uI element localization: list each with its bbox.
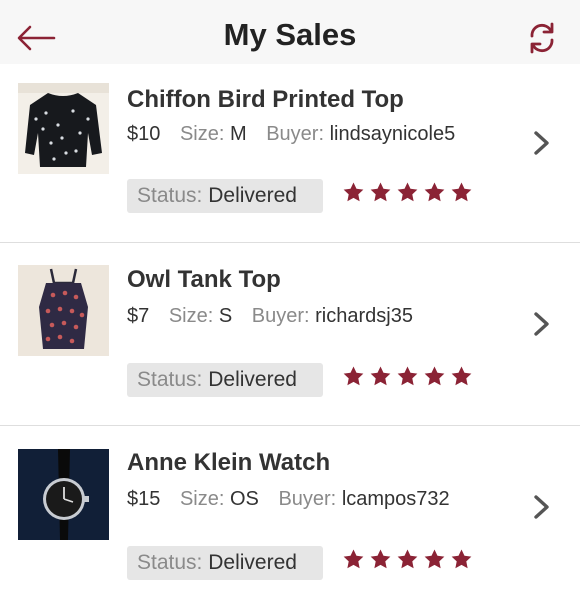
item-name: Chiffon Bird Printed Top [127, 86, 404, 113]
rating-stars [342, 365, 473, 391]
star-icon [343, 549, 364, 569]
star-icon [397, 366, 418, 386]
item-size: M [229, 123, 247, 145]
refresh-button[interactable] [518, 14, 566, 62]
item-name: Anne Klein Watch [127, 449, 331, 476]
status-badge: Status: Delivered [127, 179, 323, 213]
status-badge: Status: Delivered [127, 546, 323, 580]
star-icon [424, 549, 445, 569]
status-value: Delivered [208, 551, 297, 574]
sale-row[interactable]: Owl Tank Top $7 Size: S Buyer: richardsj… [0, 243, 580, 426]
status-badge: Status: Delivered [127, 363, 323, 397]
star-icon [451, 182, 472, 202]
item-buyer: lcampos732 [341, 488, 450, 510]
status-label: Status: [137, 368, 203, 391]
status-label: Status: [137, 551, 203, 574]
item-price: $7 [127, 305, 150, 327]
star-icon [370, 366, 391, 386]
star-icon [397, 182, 418, 202]
star-icon [424, 366, 445, 386]
size-label: Size: [179, 123, 225, 145]
item-size: S [218, 305, 233, 327]
star-icon [343, 366, 364, 386]
page-title: My Sales [223, 17, 357, 52]
star-icon [424, 182, 445, 202]
rating-stars [342, 181, 473, 207]
sale-row[interactable]: Chiffon Bird Printed Top $10 Size: M Buy… [0, 64, 580, 243]
item-price: $10 [127, 123, 161, 145]
status-label: Status: [137, 184, 203, 207]
status-value: Delivered [208, 368, 297, 391]
item-thumbnail-watch [18, 449, 109, 540]
buyer-label: Buyer: [266, 123, 325, 145]
star-icon [451, 366, 472, 386]
chevron-right-icon[interactable] [530, 492, 554, 522]
star-icon [343, 182, 364, 202]
sale-row[interactable]: Anne Klein Watch $15 Size: OS Buyer: lca… [0, 426, 580, 609]
item-meta: $10 Size: M Buyer: lindsaynicole5 [127, 123, 455, 146]
rating-stars [342, 548, 473, 574]
item-name: Owl Tank Top [127, 266, 281, 293]
status-value: Delivered [208, 184, 297, 207]
item-price: $15 [127, 488, 161, 510]
item-meta: $15 Size: OS Buyer: lcampos732 [127, 488, 450, 511]
star-icon [397, 549, 418, 569]
item-meta: $7 Size: S Buyer: richardsj35 [127, 305, 413, 328]
buyer-label: Buyer: [278, 488, 337, 510]
item-buyer: richardsj35 [315, 305, 413, 327]
star-icon [370, 549, 391, 569]
buyer-label: Buyer: [251, 305, 310, 327]
item-thumbnail-owl-tank [18, 265, 109, 356]
item-size: OS [229, 488, 259, 510]
chevron-right-icon[interactable] [530, 128, 554, 158]
item-buyer: lindsaynicole5 [329, 123, 456, 145]
item-thumbnail-bird-top [18, 83, 109, 174]
size-label: Size: [168, 305, 214, 327]
refresh-icon [530, 22, 554, 54]
star-icon [451, 549, 472, 569]
chevron-right-icon[interactable] [530, 309, 554, 339]
star-icon [370, 182, 391, 202]
size-label: Size: [179, 488, 225, 510]
